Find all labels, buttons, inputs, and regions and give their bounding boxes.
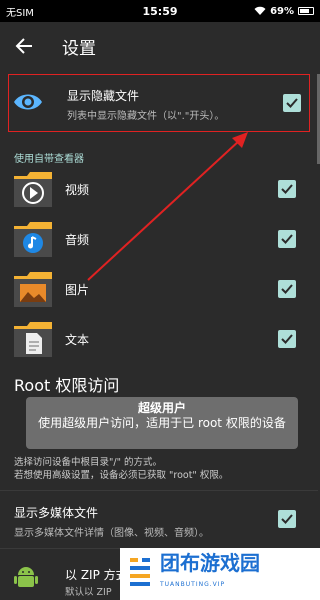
divider (0, 490, 318, 491)
zip-subtitle: 默认以 ZIP (65, 587, 112, 598)
viewer-row-image[interactable]: 图片 (0, 264, 318, 314)
status-bar: 无SIM 15:59 69% (0, 0, 320, 22)
viewer-label-video: 视频 (65, 183, 90, 197)
video-icon (14, 172, 52, 207)
watermark-icon (130, 558, 150, 586)
watermark-logo: 团布游戏园 TUANBUTING.VIP (120, 548, 320, 600)
show-hidden-text: 显示隐藏文件 列表中显示隐藏文件（以"."开头）。 (67, 87, 224, 122)
page-title: 设置 (62, 38, 96, 59)
music-icon (14, 222, 52, 257)
media-files-subtitle: 显示多媒体文件详情（图像、视频、音频）。 (14, 528, 209, 539)
show-hidden-subtitle: 列表中显示隐藏文件（以"."开头）。 (67, 111, 225, 122)
viewer-row-text[interactable]: 文本 (0, 314, 318, 364)
media-files-title: 显示多媒体文件 (14, 506, 99, 520)
viewer-row-audio[interactable]: 音频 (0, 214, 318, 264)
watermark-title: 团布游戏园 (160, 551, 260, 575)
media-files-text: 显示多媒体文件 显示多媒体文件详情（图像、视频、音频）。 (14, 504, 209, 539)
checkmark-icon (281, 334, 293, 344)
viewer-row-video[interactable]: 视频 (0, 164, 318, 214)
show-hidden-files-row[interactable]: 显示隐藏文件 列表中显示隐藏文件（以"."开头）。 (8, 74, 310, 132)
root-desc-line1: 选择访问设备中根目录"/" 的方式。 (14, 457, 162, 468)
zip-title[interactable]: 以 ZIP 方式 (65, 566, 128, 583)
watermark-text: 团布游戏园 TUANBUTING.VIP (160, 552, 260, 596)
show-hidden-checkbox[interactable] (283, 94, 301, 112)
checkmark-icon (281, 514, 293, 524)
root-desc-line2: 若想使用高级设置，设备必须已获取 "root" 权限。 (14, 470, 229, 481)
show-hidden-title: 显示隐藏文件 (67, 89, 140, 103)
media-files-checkbox[interactable] (278, 510, 296, 528)
checkmark-icon (281, 284, 293, 294)
tooltip-title: 超级用户 (137, 401, 186, 415)
app-bar: 设置 (0, 22, 320, 70)
image-icon (14, 272, 52, 307)
back-arrow-icon (15, 38, 32, 54)
viewer-label-text: 文本 (65, 333, 90, 347)
android-icon (14, 567, 38, 587)
viewer-checkbox-audio[interactable] (278, 230, 296, 248)
root-tooltip: 超级用户 使用超级用户访问，适用于已 root 权限的设备 (26, 397, 298, 449)
watermark-subtitle: TUANBUTING.VIP (160, 581, 226, 588)
root-access-description[interactable]: 选择访问设备中根目录"/" 的方式。 若想使用高级设置，设备必须已获取 "roo… (14, 456, 228, 482)
checkmark-icon (281, 184, 293, 194)
document-icon (14, 322, 52, 357)
battery-icon (298, 7, 314, 15)
checkmark-icon (286, 98, 298, 108)
viewer-label-image: 图片 (65, 283, 90, 297)
viewer-checkbox-video[interactable] (278, 180, 296, 198)
media-files-row[interactable]: 显示多媒体文件 显示多媒体文件详情（图像、视频、音频）。 (0, 498, 318, 540)
eye-icon (14, 94, 42, 110)
clock: 15:59 (142, 4, 178, 18)
viewer-checkbox-text[interactable] (278, 330, 296, 348)
tooltip-body: 使用超级用户访问，适用于已 root 权限的设备 (38, 416, 286, 430)
viewer-section-label: 使用自带查看器 (14, 154, 84, 165)
checkmark-icon (281, 234, 293, 244)
viewer-checkbox-image[interactable] (278, 280, 296, 298)
root-access-header: Root 权限访问 (14, 376, 120, 395)
back-button[interactable] (0, 22, 48, 70)
viewer-label-audio: 音频 (65, 233, 90, 247)
